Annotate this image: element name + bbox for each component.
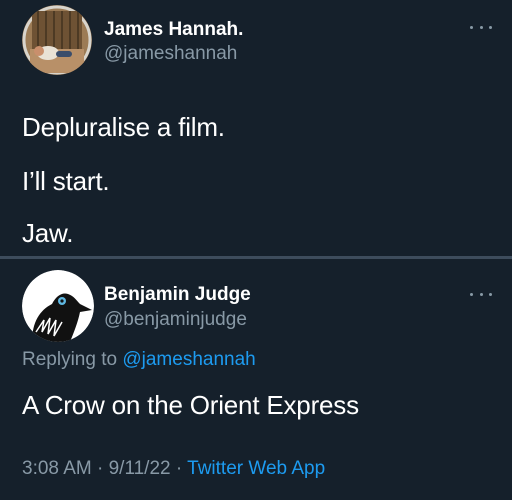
reply-text: A Crow on the Orient Express — [22, 390, 359, 420]
replying-to: Replying to @jameshannah — [22, 349, 256, 371]
tweet-metadata: 3:08 AM · 9/11/22 · Twitter Web App — [22, 458, 325, 480]
display-name[interactable]: Benjamin Judge — [104, 284, 251, 306]
display-name[interactable]: James Hannah. — [104, 19, 243, 41]
separator: · — [170, 458, 188, 479]
user-handle[interactable]: @benjaminjudge — [104, 309, 247, 331]
tweet-text-line: I’ll start. — [22, 166, 110, 196]
reply-tweet: Benjamin Judge @benjaminjudge Replying t… — [0, 262, 512, 500]
replying-to-mention-link[interactable]: @jameshannah — [122, 349, 255, 370]
tweet-source-link[interactable]: Twitter Web App — [187, 458, 325, 479]
avatar-james-hannah[interactable] — [22, 5, 92, 75]
user-handle[interactable]: @jameshannah — [104, 43, 237, 65]
replying-to-label: Replying to — [22, 349, 123, 370]
more-options-icon[interactable] — [470, 289, 492, 299]
more-options-icon[interactable] — [470, 22, 492, 32]
tweet-text-line: Jaw. — [22, 218, 74, 248]
avatar-benjamin-judge[interactable] — [22, 270, 94, 342]
tweet-text-line: Depluralise a film. — [22, 112, 225, 142]
divider — [0, 256, 512, 259]
separator: · — [91, 458, 109, 479]
original-tweet: James Hannah. @jameshannah Depluralise a… — [0, 0, 512, 258]
tweet-date[interactable]: 9/11/22 — [109, 458, 171, 479]
tweet-time[interactable]: 3:08 AM — [22, 458, 92, 479]
